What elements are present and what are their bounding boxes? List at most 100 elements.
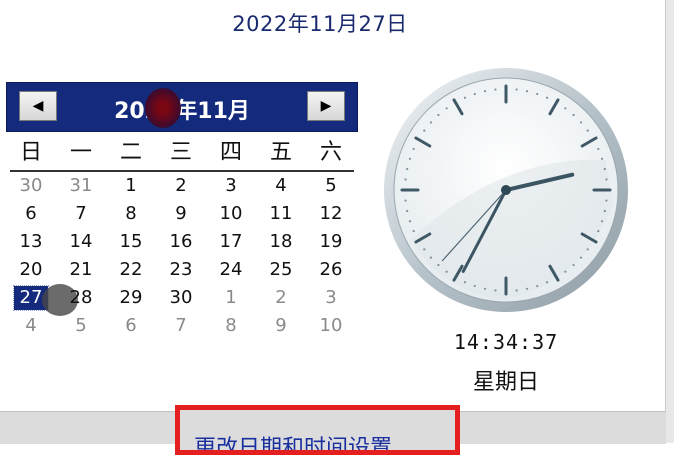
minute-tick <box>564 270 567 273</box>
day-cell-selected[interactable]: 27 <box>6 284 78 316</box>
weekday-label: 二 <box>119 140 142 165</box>
chevron-right-icon: ▶ <box>320 98 332 114</box>
day-cell[interactable]: 5 <box>306 172 356 200</box>
day-cell[interactable]: 11 <box>256 200 306 228</box>
minute-tick <box>545 96 549 99</box>
day-cell[interactable]: 30 <box>6 172 56 200</box>
redaction-mark <box>145 88 181 128</box>
minute-tick <box>603 209 606 213</box>
minute-tick <box>412 147 415 151</box>
minute-tick <box>600 220 604 223</box>
day-cell[interactable]: 7 <box>156 312 206 340</box>
analog-clock <box>384 68 628 312</box>
minute-tick <box>463 281 467 284</box>
calendar-month-title[interactable]: 2022年11月 <box>77 93 287 125</box>
minute-tick <box>597 229 600 233</box>
day-cell[interactable]: 17 <box>206 228 256 256</box>
day-cell[interactable]: 4 <box>256 172 306 200</box>
day-cell[interactable]: 26 <box>306 256 356 284</box>
week-row: 30 31 1 2 3 4 5 <box>6 172 358 200</box>
minute-tick <box>408 220 412 223</box>
day-cell[interactable]: 8 <box>106 200 156 228</box>
week-row: 6 7 8 9 10 11 12 <box>6 200 358 228</box>
window-border <box>665 0 674 443</box>
minute-tick <box>445 107 448 110</box>
weekday-label: 六 <box>319 140 342 165</box>
day-cell[interactable]: 9 <box>256 312 306 340</box>
day-cell[interactable]: 20 <box>6 256 56 284</box>
minute-tick <box>483 287 487 290</box>
prev-month-button[interactable]: ◀ <box>19 91 57 121</box>
day-cell[interactable]: 28 <box>56 284 106 312</box>
day-cell[interactable]: 25 <box>256 256 306 284</box>
day-cell[interactable]: 22 <box>106 256 156 284</box>
minute-tick <box>408 157 412 160</box>
minute-tick <box>463 96 467 99</box>
day-cell[interactable]: 12 <box>306 200 356 228</box>
minute-tick <box>412 229 415 233</box>
day-cell[interactable]: 4 <box>6 312 56 340</box>
day-cell[interactable]: 29 <box>106 284 156 312</box>
digital-time: 14:34:37 <box>453 330 559 354</box>
change-datetime-settings-link[interactable]: 更改日期和时间设置... <box>175 405 460 455</box>
next-month-button[interactable]: ▶ <box>307 91 345 121</box>
minute-tick <box>445 270 448 273</box>
day-cell[interactable]: 15 <box>106 228 156 256</box>
minute-tick <box>564 107 567 110</box>
minute-tick <box>494 88 497 91</box>
day-cell[interactable]: 16 <box>156 228 206 256</box>
minute-tick <box>473 92 476 96</box>
day-cell[interactable]: 5 <box>56 312 106 340</box>
minute-tick <box>572 113 575 117</box>
day-cell[interactable]: 1 <box>206 284 256 312</box>
day-cell[interactable]: 23 <box>156 256 206 284</box>
day-cell[interactable]: 18 <box>256 228 306 256</box>
week-row: 20 21 22 23 24 25 26 <box>6 256 358 284</box>
minute-tick <box>545 281 549 284</box>
day-cell[interactable]: 6 <box>106 312 156 340</box>
day-cell[interactable]: 19 <box>306 228 356 256</box>
day-cell[interactable]: 14 <box>56 228 106 256</box>
minute-tick <box>494 289 497 292</box>
day-cell[interactable]: 6 <box>6 200 56 228</box>
day-cell[interactable]: 21 <box>56 256 106 284</box>
week-row: 4 5 6 7 8 9 10 <box>6 312 358 340</box>
day-cell[interactable]: 9 <box>156 200 206 228</box>
weekday-label: 三 <box>169 140 192 165</box>
day-cell[interactable]: 10 <box>306 312 356 340</box>
minute-tick <box>605 178 608 181</box>
minute-tick <box>406 167 409 171</box>
chevron-left-icon: ◀ <box>32 98 44 114</box>
minute-tick <box>404 199 407 202</box>
minute-tick <box>423 129 426 132</box>
weekday-label: 一 <box>69 140 92 165</box>
day-cell[interactable]: 8 <box>206 312 256 340</box>
date-header: 2022年11月27日 <box>232 12 408 36</box>
weekday-label: 五 <box>269 140 292 165</box>
minute-tick <box>429 121 433 124</box>
minute-tick <box>429 256 433 259</box>
minute-tick <box>437 263 440 267</box>
weekday-name: 星期日 <box>472 370 539 395</box>
day-cell[interactable]: 24 <box>206 256 256 284</box>
day-cell[interactable]: 2 <box>156 172 206 200</box>
minute-tick <box>437 113 440 117</box>
minute-tick <box>536 284 539 288</box>
minute-tick <box>515 289 518 292</box>
day-cell[interactable]: 7 <box>56 200 106 228</box>
minute-tick <box>603 167 606 171</box>
day-cell[interactable]: 13 <box>6 228 56 256</box>
minute-tick <box>515 88 518 91</box>
minute-tick <box>605 199 608 202</box>
day-cell[interactable]: 31 <box>56 172 106 200</box>
minute-tick <box>600 157 604 160</box>
day-cell[interactable]: 30 <box>156 284 206 312</box>
day-cell[interactable]: 3 <box>306 284 356 312</box>
minute-tick <box>536 92 539 96</box>
weekday-label: 四 <box>219 140 242 165</box>
day-cell[interactable]: 2 <box>256 284 306 312</box>
calendar-nav-bar: ◀ 2022年11月 ▶ <box>6 82 358 132</box>
day-cell[interactable]: 3 <box>206 172 256 200</box>
day-cell[interactable]: 10 <box>206 200 256 228</box>
day-cell[interactable]: 1 <box>106 172 156 200</box>
